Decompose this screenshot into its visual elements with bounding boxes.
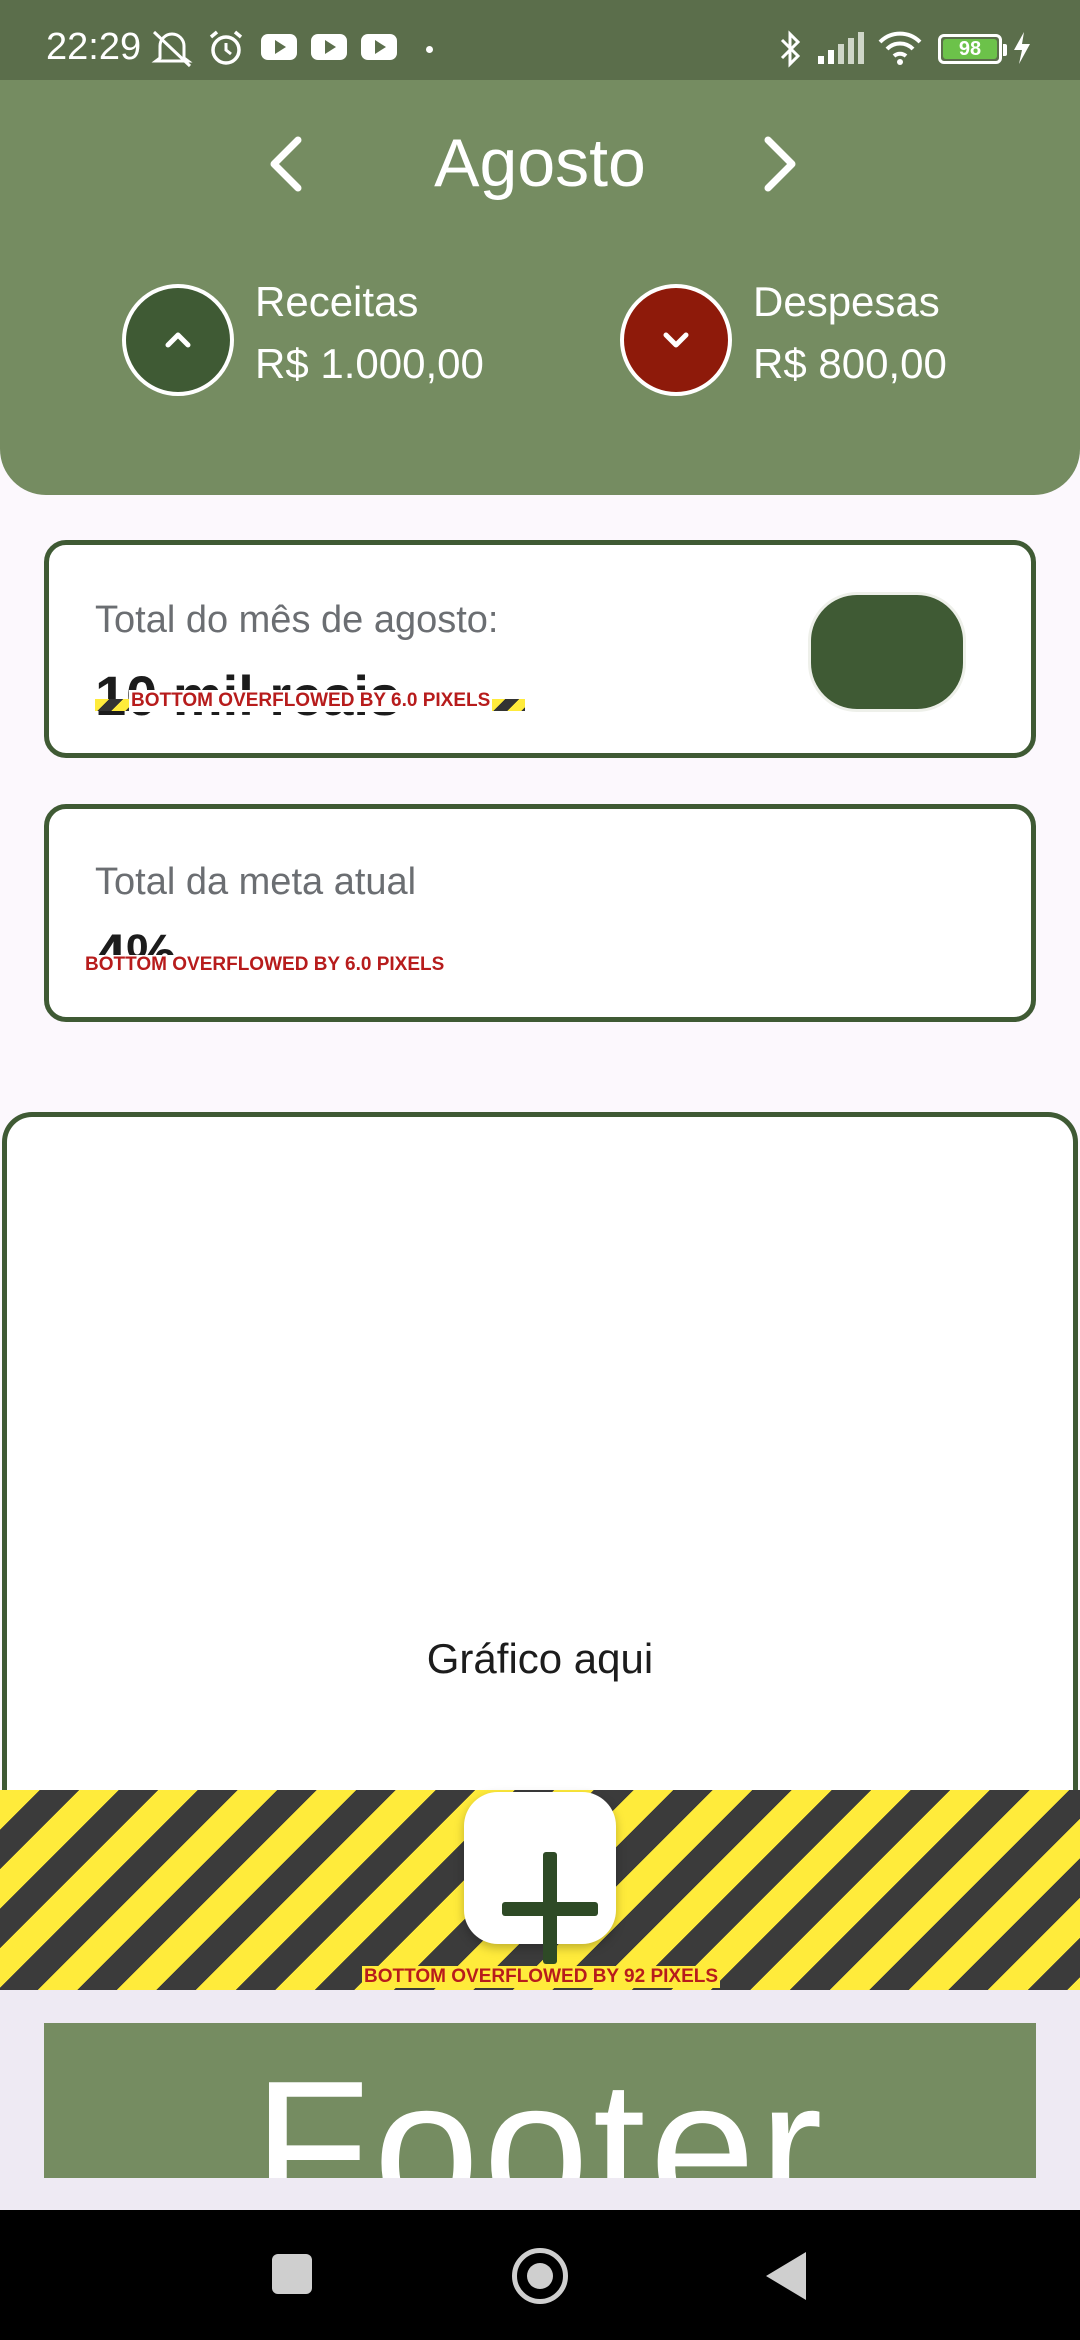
- footer: Footer: [44, 2023, 1036, 2178]
- chevron-right-icon[interactable]: [748, 134, 808, 194]
- goal-card: Total da meta atual 4% BOTTOM OVERFLOWED…: [44, 804, 1036, 1022]
- battery-icon: 98: [938, 34, 1007, 64]
- month-title: Agosto: [434, 125, 646, 201]
- alarm-icon: [209, 30, 243, 65]
- home-icon[interactable]: [512, 2248, 568, 2304]
- income-button[interactable]: [122, 284, 234, 396]
- chevron-down-icon: [663, 332, 689, 348]
- mute-icon: [151, 30, 193, 68]
- overflow-warning-text: BOTTOM OVERFLOWED BY 92 PIXELS: [362, 1966, 721, 1988]
- toggle-switch[interactable]: [811, 595, 963, 709]
- status-bar: 22:29 98: [0, 0, 1080, 80]
- chevron-up-icon: [165, 332, 191, 348]
- recents-icon[interactable]: [272, 2254, 312, 2294]
- battery-level: 98: [943, 39, 997, 59]
- status-time: 22:29: [46, 26, 142, 68]
- notification-dot: [426, 46, 433, 53]
- month-total-card: Total do mês de agosto: 10 mil reais BOT…: [44, 540, 1036, 758]
- system-nav-bar: [0, 2210, 1080, 2340]
- income-value: R$ 1.000,00: [255, 340, 484, 387]
- youtube-icon: [361, 34, 397, 60]
- youtube-icon: [261, 34, 297, 60]
- wifi-icon: [878, 31, 922, 65]
- bluetooth-icon: [780, 30, 801, 68]
- expense-value: R$ 800,00: [753, 340, 947, 387]
- overflow-warning-text: BOTTOM OVERFLOWED BY 6.0 PIXELS: [129, 690, 493, 712]
- back-icon[interactable]: [766, 2252, 806, 2300]
- chart-placeholder: Gráfico aqui: [426, 1635, 654, 1682]
- footer-text: Footer: [253, 2042, 827, 2178]
- signal-icon: [818, 32, 864, 64]
- expense-label: Despesas: [753, 278, 940, 325]
- income-label: Receitas: [255, 278, 419, 325]
- goal-label: Total da meta atual: [95, 861, 417, 903]
- overflow-warning-text: BOTTOM OVERFLOWED BY 6.0 PIXELS: [85, 954, 445, 975]
- goal-value: 4%: [95, 922, 176, 955]
- add-button[interactable]: [464, 1792, 616, 1964]
- month-total-label: Total do mês de agosto:: [95, 599, 499, 641]
- expense-button[interactable]: [620, 284, 732, 396]
- youtube-icon: [311, 34, 347, 60]
- month-header: Agosto Receitas R$ 1.000,00 Despesas R$ …: [0, 80, 1080, 495]
- charging-icon: [1014, 32, 1030, 64]
